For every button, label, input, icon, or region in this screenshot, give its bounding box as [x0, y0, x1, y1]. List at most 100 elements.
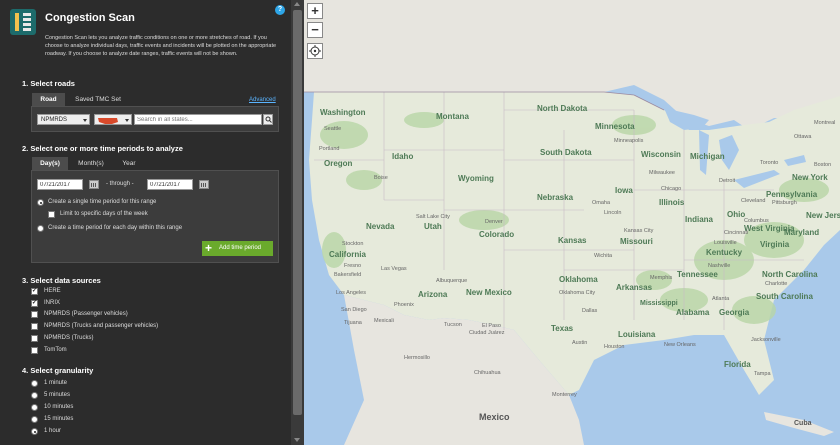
- single-period-radio[interactable]: [37, 199, 44, 206]
- plus-icon: +: [205, 241, 213, 255]
- map-city-label: Albuquerque: [436, 278, 468, 284]
- map-state-label: Mississippi: [640, 300, 678, 307]
- zoom-out-button[interactable]: −: [307, 22, 323, 38]
- granularity-label: 5 minutes: [44, 392, 71, 398]
- map-state-label: Georgia: [719, 308, 750, 317]
- source-checkbox-tomtom[interactable]: [31, 347, 38, 354]
- map-city-label: Bakersfield: [334, 272, 362, 278]
- map-city-label: Salt Lake City: [416, 214, 450, 220]
- source-label-npmrds-all: NPMRDS (Trucks and passenger vehicles): [44, 323, 159, 329]
- map-city-label: Las Vegas: [381, 266, 407, 272]
- map-state-label: Colorado: [479, 230, 515, 239]
- tab-days[interactable]: Day(s): [32, 157, 68, 170]
- map-city-label: Chihuahua: [474, 370, 501, 376]
- granularity-radio-10-minutes[interactable]: [31, 404, 38, 411]
- map-city-label: Portland: [319, 146, 340, 152]
- map-state-label: Idaho: [392, 152, 414, 161]
- map-state-label: Iowa: [615, 186, 633, 195]
- scrollbar-thumb[interactable]: [293, 10, 302, 415]
- map-state-label: Pennsylvania: [766, 190, 818, 199]
- limit-days-checkbox[interactable]: [48, 211, 55, 218]
- app-description: Congestion Scan lets you analyze traffic…: [45, 35, 277, 57]
- map-city-label: Tucson: [444, 322, 462, 328]
- source-checkbox-inrix[interactable]: ✓: [31, 300, 38, 307]
- source-checkbox-npmrds-passenger[interactable]: [31, 311, 38, 318]
- source-select[interactable]: NPMRDS: [37, 114, 90, 125]
- advanced-link[interactable]: Advanced: [249, 97, 276, 103]
- tab-road[interactable]: Road: [32, 93, 65, 106]
- source-checkbox-here[interactable]: ✓: [31, 288, 38, 295]
- data-sources-heading: 3. Select data sources: [22, 276, 101, 285]
- granularity-radio-1-hour[interactable]: [31, 428, 38, 435]
- road-search-input[interactable]: [134, 114, 262, 125]
- map-city-label: Los Angeles: [336, 290, 366, 296]
- map-city-label: Nashville: [708, 263, 731, 269]
- map-state-label: Nebraska: [537, 193, 574, 202]
- map-city-label: Kansas City: [624, 228, 654, 234]
- end-date-input[interactable]: [147, 179, 193, 190]
- map-state-label: California: [329, 250, 366, 259]
- map-city-label: Omaha: [592, 200, 611, 206]
- map-view[interactable]: + − Washington Oregon Idaho Montana Nort…: [304, 0, 840, 445]
- zoom-in-button[interactable]: +: [307, 3, 323, 19]
- locate-button[interactable]: [307, 43, 323, 59]
- panel-scrollbar[interactable]: [291, 0, 304, 445]
- chevron-down-icon: [125, 119, 129, 122]
- map-state-label: Nevada: [366, 222, 395, 231]
- granularity-label: 10 minutes: [44, 404, 74, 410]
- map-state-label: North Carolina: [762, 270, 818, 279]
- start-date-input[interactable]: [37, 179, 83, 190]
- state-select[interactable]: [94, 114, 132, 125]
- scroll-up-icon[interactable]: [294, 2, 300, 6]
- map-city-label: El Paso: [482, 323, 501, 329]
- tab-saved-tmc-set[interactable]: Saved TMC Set: [67, 93, 129, 106]
- help-icon[interactable]: ?: [275, 5, 285, 15]
- map-city-label: Oklahoma City: [559, 290, 596, 296]
- tab-year[interactable]: Year: [114, 157, 144, 170]
- map-city-label: Cincinnati: [724, 230, 749, 236]
- map-city-label: Milwaukee: [649, 170, 675, 176]
- map-state-label: Washington: [320, 108, 366, 117]
- map-state-label: Minnesota: [595, 122, 635, 131]
- map-city-label: Seattle: [324, 126, 342, 132]
- map-state-label: Maryland: [784, 228, 820, 237]
- map-city-label: Boise: [374, 175, 388, 181]
- map-city-label: Ottawa: [794, 134, 812, 140]
- crosshair-icon: [309, 45, 321, 57]
- map-state-label: Arizona: [418, 290, 448, 299]
- calendar-icon[interactable]: [89, 180, 99, 189]
- select-roads-heading: 1. Select roads: [22, 79, 75, 88]
- tab-months[interactable]: Month(s): [70, 157, 112, 170]
- source-label-tomtom: TomTom: [44, 347, 67, 353]
- each-day-radio[interactable]: [37, 225, 44, 232]
- source-checkbox-npmrds-trucks[interactable]: [31, 335, 38, 342]
- map-city-label: Pittsburgh: [772, 200, 797, 206]
- map-city-label: Cleveland: [741, 198, 766, 204]
- map-city-label: Stockton: [342, 241, 364, 247]
- source-label-inrix: INRIX: [44, 300, 61, 306]
- search-button[interactable]: [263, 114, 273, 125]
- time-periods-heading: 2. Select one or more time periods to an…: [22, 144, 183, 153]
- map-country-label: Cuba: [794, 420, 812, 427]
- map-state-label: Utah: [424, 222, 442, 231]
- source-checkbox-npmrds-all[interactable]: [31, 323, 38, 330]
- granularity-radio-1-minute[interactable]: [31, 380, 38, 387]
- source-label-npmrds-trucks: NPMRDS (Trucks): [44, 335, 94, 341]
- map-state-label: Virginia: [760, 240, 790, 249]
- map-state-label: Missouri: [620, 237, 653, 246]
- map-city-label: San Diego: [341, 307, 367, 313]
- scroll-down-icon[interactable]: [294, 438, 300, 442]
- map-city-label: Montreal: [814, 120, 836, 126]
- map-city-label: Dallas: [582, 308, 598, 314]
- map-state-label: Florida: [724, 360, 751, 369]
- add-time-period-button[interactable]: + Add time period: [202, 241, 273, 256]
- granularity-radio-15-minutes[interactable]: [31, 416, 38, 423]
- map-state-label: South Carolina: [756, 292, 813, 301]
- calendar-icon[interactable]: [199, 180, 209, 189]
- map-city-label: Boston: [814, 162, 832, 168]
- granularity-radio-5-minutes[interactable]: [31, 392, 38, 399]
- us-map-icon: [98, 118, 118, 124]
- map-state-label: Texas: [551, 324, 574, 333]
- app-logo: [10, 9, 36, 35]
- map-state-label: Michigan: [690, 152, 725, 161]
